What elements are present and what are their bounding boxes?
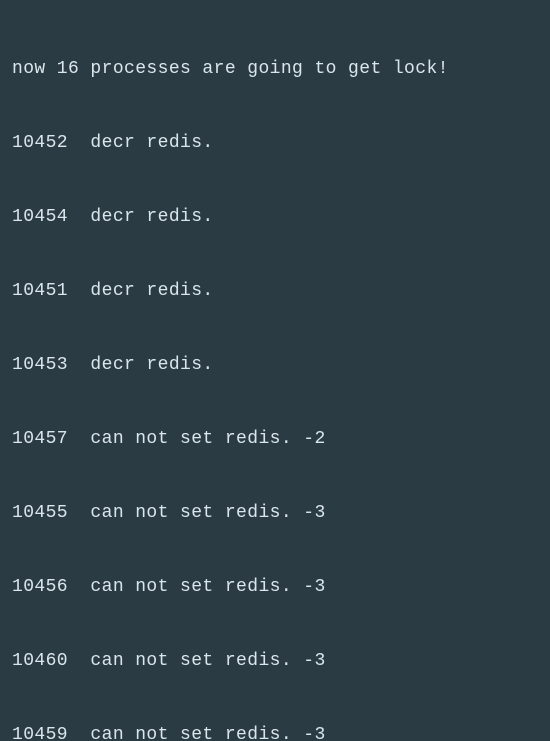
terminal-line: 10451 decr redis. bbox=[12, 273, 540, 310]
terminal-line: 10457 can not set redis. -2 bbox=[12, 421, 540, 458]
terminal-line: 10452 decr redis. bbox=[12, 125, 540, 162]
terminal-line: 10460 can not set redis. -3 bbox=[12, 643, 540, 680]
terminal-line: 10456 can not set redis. -3 bbox=[12, 569, 540, 606]
terminal-line: 10454 decr redis. bbox=[12, 199, 540, 236]
terminal-output: now 16 processes are going to get lock! … bbox=[0, 0, 550, 741]
terminal-line: 10453 decr redis. bbox=[12, 347, 540, 384]
terminal-line: 10459 can not set redis. -3 bbox=[12, 717, 540, 741]
terminal-line: 10455 can not set redis. -3 bbox=[12, 495, 540, 532]
terminal-line: now 16 processes are going to get lock! bbox=[12, 51, 540, 88]
